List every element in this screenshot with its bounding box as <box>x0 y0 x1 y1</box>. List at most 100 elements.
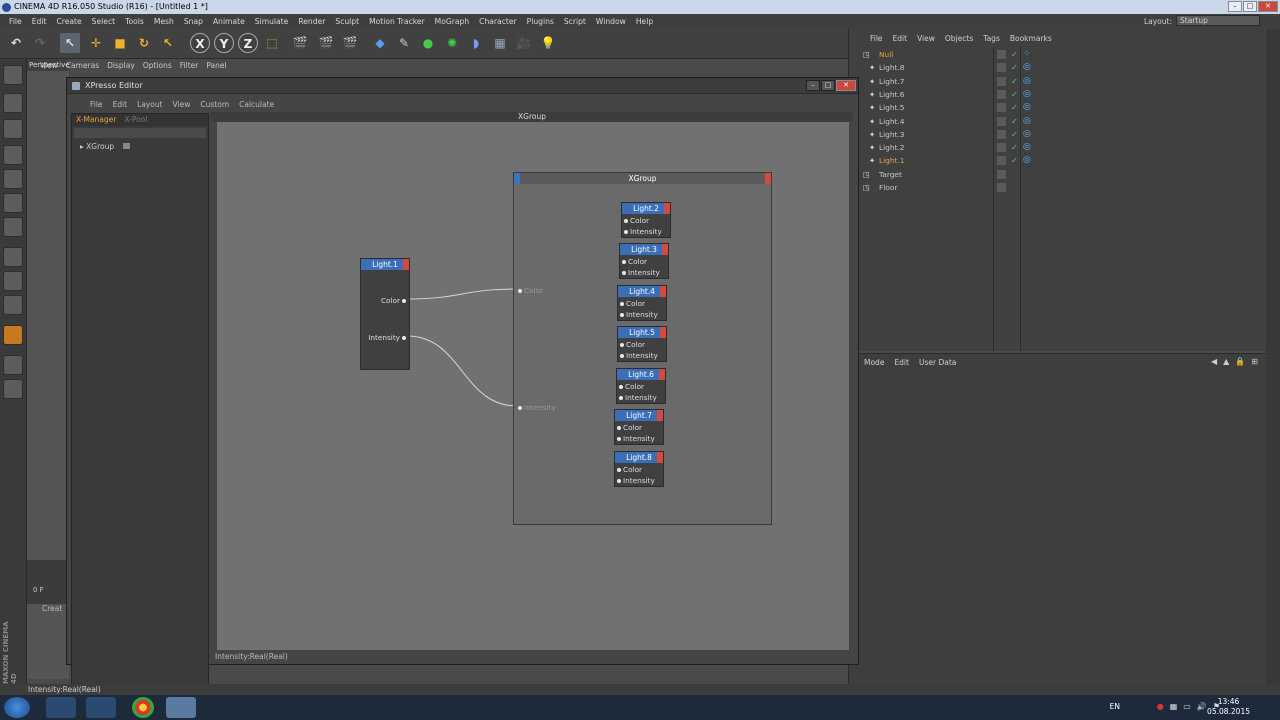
om-column-divider[interactable] <box>993 47 994 351</box>
xpresso-title-bar[interactable]: XPresso Editor – □ ✕ <box>67 78 858 94</box>
render-picture-viewer-icon[interactable]: 🎬 <box>316 33 336 53</box>
object-row[interactable]: ✦ Light.3 ✓ ◎ <box>861 128 1266 141</box>
x-manager-search-input[interactable] <box>74 128 206 138</box>
node-port-intensity[interactable]: Intensity <box>617 393 657 402</box>
grid-icon-2[interactable] <box>3 379 23 399</box>
xpresso-maximize-button[interactable]: □ <box>821 80 835 91</box>
target-tag-icon[interactable]: ◎ <box>1023 128 1031 141</box>
object-name[interactable]: Light.4 <box>879 115 905 128</box>
om-menu-file[interactable]: File <box>865 32 888 46</box>
object-name[interactable]: Light.6 <box>879 88 905 101</box>
node-port-color[interactable]: Color <box>620 257 647 266</box>
move-icon[interactable]: ✛ <box>86 33 106 53</box>
object-name[interactable]: Null <box>879 48 893 61</box>
close-button[interactable]: ✕ <box>1258 1 1278 12</box>
object-row[interactable]: ◳ Target <box>861 168 1266 181</box>
attr-menu-mode[interactable]: Mode <box>859 356 889 370</box>
attr-menu-edit[interactable]: Edit <box>889 356 914 370</box>
om-menu-edit[interactable]: Edit <box>888 32 913 46</box>
node-port-color[interactable]: Color <box>615 465 642 474</box>
redo-icon[interactable]: ↷ <box>30 33 50 53</box>
object-name[interactable]: Light.3 <box>879 128 905 141</box>
object-row[interactable]: ✦ Light.2 ✓ ◎ <box>861 141 1266 154</box>
menu-simulate[interactable]: Simulate <box>250 14 294 29</box>
om-menu-view[interactable]: View <box>912 32 940 46</box>
object-row[interactable]: ✦ Light.1 ✓ ◎ <box>861 154 1266 167</box>
xp-menu-view[interactable]: View <box>168 98 196 111</box>
light8-node[interactable]: Light.8 Color Intensity <box>614 451 664 487</box>
tray-network-icon[interactable]: ▦ <box>1170 702 1178 711</box>
enable-axis-icon[interactable] <box>3 247 23 267</box>
minimize-button[interactable]: – <box>1228 1 1242 12</box>
menu-script[interactable]: Script <box>559 14 591 29</box>
viewport-menu-view[interactable]: View <box>40 60 58 71</box>
light1-port-color[interactable]: Color <box>381 296 408 305</box>
nurbs-icon[interactable]: ● <box>418 33 438 53</box>
menu-snap[interactable]: Snap <box>179 14 208 29</box>
xpresso-minimize-button[interactable]: – <box>806 80 820 91</box>
light1-node[interactable]: Light.1 Color Intensity <box>360 258 410 370</box>
timeline[interactable]: 0 F <box>27 560 69 604</box>
xgroup-port-intensity[interactable]: Intensity <box>516 403 556 412</box>
recent-tool-icon[interactable]: ↖ <box>158 33 178 53</box>
menu-file[interactable]: File <box>4 14 27 29</box>
node-port-color[interactable]: Color <box>622 216 649 225</box>
object-name[interactable]: Light.2 <box>879 141 905 154</box>
target-tag-icon[interactable]: ◎ <box>1023 154 1031 167</box>
object-row[interactable]: ✦ Light.5 ✓ ◎ <box>861 101 1266 114</box>
apps-icon[interactable] <box>86 697 116 718</box>
right-panel-tabs[interactable] <box>1266 29 1280 684</box>
enabled-check-icon[interactable]: ✓ <box>1011 75 1018 88</box>
scale-icon[interactable]: ■ <box>110 33 130 53</box>
workplane-icon[interactable] <box>3 145 23 165</box>
points-mode-icon[interactable] <box>3 169 23 189</box>
enabled-check-icon[interactable]: ✓ <box>1011 115 1018 128</box>
object-row[interactable]: ◳ Floor <box>861 181 1266 194</box>
layer-tag-icon[interactable] <box>997 63 1006 73</box>
om-menu-tags[interactable]: Tags <box>978 32 1005 46</box>
grid-icon[interactable] <box>3 355 23 375</box>
floor-icon[interactable]: ▦ <box>490 33 510 53</box>
deformer-icon[interactable]: ◗ <box>466 33 486 53</box>
language-indicator[interactable]: EN <box>1110 702 1120 711</box>
xpresso-tag-icon[interactable]: ⁘ <box>1023 48 1031 61</box>
start-button-icon[interactable] <box>4 697 30 718</box>
node-port-intensity[interactable]: Intensity <box>618 310 658 319</box>
xp-menu-calculate[interactable]: Calculate <box>234 98 279 111</box>
up-arrow-icon[interactable]: ▲ <box>1223 357 1229 366</box>
object-name[interactable]: Floor <box>879 181 897 194</box>
menu-plugins[interactable]: Plugins <box>522 14 559 29</box>
target-tag-icon[interactable]: ◎ <box>1023 61 1031 74</box>
enabled-check-icon[interactable]: ✓ <box>1011 48 1018 61</box>
xp-menu-custom[interactable]: Custom <box>195 98 234 111</box>
tray-battery-icon[interactable]: ▭ <box>1183 702 1191 711</box>
menu-tools[interactable]: Tools <box>120 14 149 29</box>
menu-render[interactable]: Render <box>293 14 330 29</box>
object-name[interactable]: Target <box>879 168 902 181</box>
menu-window[interactable]: Window <box>591 14 631 29</box>
node-port-color[interactable]: Color <box>618 340 645 349</box>
enabled-check-icon[interactable]: ✓ <box>1011 61 1018 74</box>
target-tag-icon[interactable]: ◎ <box>1023 88 1031 101</box>
render-view-icon[interactable]: 🎬 <box>290 33 310 53</box>
node-port-color[interactable]: Color <box>617 382 644 391</box>
om-column-divider[interactable] <box>1020 47 1021 351</box>
cinema4d-taskbar-icon[interactable] <box>166 697 196 718</box>
x-axis-icon[interactable]: X <box>190 33 210 53</box>
layer-tag-icon[interactable] <box>997 76 1006 86</box>
light4-node[interactable]: Light.4 Color Intensity <box>617 285 667 321</box>
rotate-icon[interactable]: ↻ <box>134 33 154 53</box>
light7-node[interactable]: Light.7 Color Intensity <box>614 409 664 445</box>
xp-menu-edit[interactable]: Edit <box>108 98 133 111</box>
viewport-menu-cameras[interactable]: Cameras <box>66 60 99 71</box>
texture-mode-icon[interactable] <box>3 119 23 139</box>
target-tag-icon[interactable]: ◎ <box>1023 101 1031 114</box>
polygons-mode-icon[interactable] <box>3 217 23 237</box>
target-tag-icon[interactable]: ◎ <box>1023 75 1031 88</box>
maximize-button[interactable]: □ <box>1243 1 1257 12</box>
om-menu-bookmarks[interactable]: Bookmarks <box>1005 32 1057 46</box>
xgroup-visibility-icon[interactable] <box>122 143 130 149</box>
viewport-menu-display[interactable]: Display <box>107 60 135 71</box>
object-row[interactable]: ✦ Light.6 ✓ ◎ <box>861 88 1266 101</box>
node-port-intensity[interactable]: Intensity <box>618 351 658 360</box>
